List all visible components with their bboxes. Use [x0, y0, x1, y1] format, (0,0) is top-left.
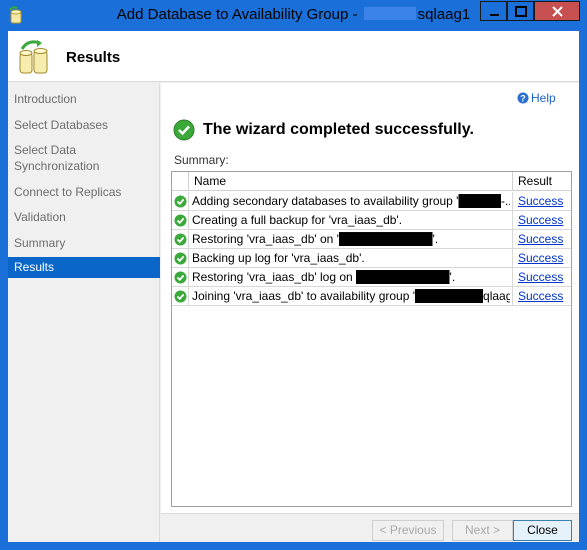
- row-result-link[interactable]: Success: [518, 232, 563, 246]
- summary-label: Summary:: [174, 153, 229, 167]
- nav-item-summary[interactable]: Summary: [8, 235, 160, 251]
- row-selector[interactable]: [172, 192, 189, 210]
- table-row[interactable]: Adding secondary databases to availabili…: [172, 192, 571, 211]
- column-header-name[interactable]: Name: [194, 174, 226, 188]
- row-name: Restoring 'vra_iaas_db' log on █████████…: [192, 270, 456, 284]
- minimize-icon: [490, 14, 499, 16]
- wizard-footer: < Previous Next > Close: [161, 513, 579, 542]
- nav-item-results[interactable]: Results: [8, 257, 160, 278]
- previous-button[interactable]: < Previous: [372, 520, 444, 541]
- close-icon: [552, 6, 563, 17]
- row-selector[interactable]: [172, 249, 189, 267]
- nav-item-validation[interactable]: Validation: [8, 209, 160, 225]
- maximize-button[interactable]: [507, 1, 534, 21]
- column-divider[interactable]: [512, 172, 513, 191]
- nav-item-select-data-synchronization[interactable]: Select Data: [8, 142, 160, 158]
- success-check-icon: [174, 195, 187, 208]
- row-name: Joining 'vra_iaas_db' to availability gr…: [192, 289, 510, 303]
- column-divider: [512, 230, 513, 248]
- maximize-icon: [515, 6, 527, 17]
- row-result-link[interactable]: Success: [518, 251, 563, 265]
- close-window-button[interactable]: [534, 1, 580, 21]
- close-button[interactable]: Close: [513, 520, 572, 541]
- table-row[interactable]: Restoring 'vra_iaas_db' on '███████████'…: [172, 230, 571, 249]
- page-header: Results: [8, 31, 579, 82]
- row-selector[interactable]: [172, 211, 189, 229]
- row-selector[interactable]: [172, 230, 189, 248]
- row-selector-header: [172, 172, 189, 191]
- table-row[interactable]: Restoring 'vra_iaas_db' log on █████████…: [172, 268, 571, 287]
- row-result-link[interactable]: Success: [518, 289, 563, 303]
- success-check-icon: [174, 214, 187, 227]
- table-row[interactable]: Creating a full backup for 'vra_iaas_db'…: [172, 211, 571, 230]
- row-name: Adding secondary databases to availabili…: [192, 194, 510, 208]
- success-check-icon: [174, 290, 187, 303]
- column-divider: [512, 211, 513, 229]
- minimize-button[interactable]: [480, 1, 507, 21]
- nav-item-introduction[interactable]: Introduction: [8, 91, 160, 107]
- window-title-prefix: Add Database to Availability Group -: [116, 6, 362, 23]
- wizard-client-area: Results Introduction Select Databases Se…: [8, 31, 579, 542]
- row-name: Restoring 'vra_iaas_db' on '███████████'…: [192, 232, 439, 246]
- next-button[interactable]: Next >: [452, 520, 513, 541]
- table-header: Name Result: [172, 172, 571, 191]
- page-title: Results: [66, 49, 121, 66]
- row-selector[interactable]: [172, 287, 189, 305]
- results-panel: ? Help The wizard completed successfully…: [161, 83, 579, 542]
- table-row[interactable]: Joining 'vra_iaas_db' to availability gr…: [172, 287, 571, 306]
- nav-item-select-data-synchronization-line2[interactable]: Synchronization: [8, 158, 160, 174]
- row-result-link[interactable]: Success: [518, 213, 563, 227]
- row-name: Backing up log for 'vra_iaas_db'.: [192, 251, 365, 265]
- success-check-icon: [174, 271, 187, 284]
- nav-item-select-databases[interactable]: Select Databases: [8, 117, 160, 133]
- row-result-link[interactable]: Success: [518, 270, 563, 284]
- wizard-nav: Introduction Select Databases Select Dat…: [8, 83, 160, 542]
- success-check-icon: [173, 119, 195, 141]
- database-wizard-icon: [19, 40, 48, 74]
- column-divider: [512, 249, 513, 267]
- row-selector[interactable]: [172, 268, 189, 286]
- help-label: Help: [531, 91, 556, 105]
- title-bar[interactable]: Add Database to Availability Group - sql…: [0, 0, 587, 31]
- results-table: Name Result Adding secondary databases t…: [171, 171, 572, 507]
- svg-text:?: ?: [520, 94, 526, 104]
- column-divider: [512, 192, 513, 210]
- completion-message: The wizard completed successfully.: [203, 121, 474, 138]
- nav-item-connect-to-replicas[interactable]: Connect to Replicas: [8, 184, 160, 200]
- column-header-result[interactable]: Result: [518, 174, 552, 188]
- help-link[interactable]: ? Help: [517, 91, 556, 105]
- redacted-server-name: [363, 7, 416, 20]
- success-check-icon: [174, 233, 187, 246]
- column-divider: [512, 287, 513, 305]
- column-divider: [512, 268, 513, 286]
- window-title-suffix: sqlaag1: [417, 6, 471, 23]
- row-name: Creating a full backup for 'vra_iaas_db'…: [192, 213, 403, 227]
- help-icon: ?: [517, 92, 529, 104]
- table-row[interactable]: Backing up log for 'vra_iaas_db'. Succes…: [172, 249, 571, 268]
- wizard-window: Add Database to Availability Group - sql…: [0, 0, 587, 550]
- success-check-icon: [174, 252, 187, 265]
- row-result-link[interactable]: Success: [518, 194, 563, 208]
